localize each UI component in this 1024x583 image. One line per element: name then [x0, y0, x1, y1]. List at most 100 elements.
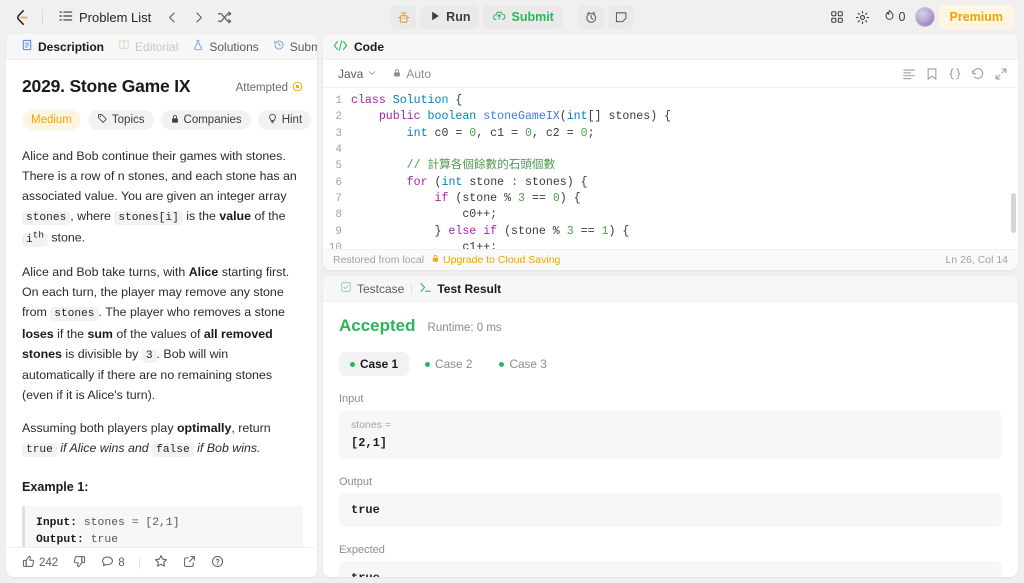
note-icon[interactable]	[607, 5, 634, 29]
list-icon	[59, 9, 73, 26]
expand-icon[interactable]	[994, 67, 1008, 81]
desc-text: , return	[231, 421, 271, 436]
difficulty-badge[interactable]: Medium	[22, 110, 81, 130]
prev-problem-button[interactable]	[161, 6, 183, 28]
comment-button[interactable]: 8	[95, 552, 130, 574]
desc-text: Alice and Bob take turns, with	[22, 265, 189, 280]
description-panel: Description Editorial Solutions Subm 202…	[6, 34, 317, 577]
share-icon	[183, 555, 196, 571]
code-tool-buttons	[902, 67, 1008, 81]
input-variable-name: stones =	[351, 419, 391, 431]
topics-badge[interactable]: Topics	[87, 110, 154, 130]
cloud-save-label: Upgrade to Cloud Saving	[443, 254, 561, 266]
main-content: Description Editorial Solutions Subm 202…	[0, 34, 1024, 583]
code-editor-footer: Restored from local Upgrade to Cloud Sav…	[323, 249, 1018, 270]
topics-label: Topics	[111, 114, 145, 126]
streak-counter[interactable]: 0	[878, 9, 911, 25]
desc-text: if the	[53, 326, 88, 341]
line-number: 2	[335, 111, 342, 124]
desc-text: Assuming both players play	[22, 421, 177, 436]
tag-icon	[97, 113, 108, 127]
companies-badge[interactable]: Companies	[160, 110, 251, 130]
line-number: 10	[328, 242, 342, 249]
hint-label: Hint	[281, 114, 303, 126]
tab-description-label: Description	[38, 39, 105, 54]
language-selector[interactable]: Java	[333, 65, 382, 83]
inline-code-3: 3	[141, 348, 157, 363]
undo-icon[interactable]	[971, 67, 985, 81]
code-line: 7 if (stone % 3 == 0) {	[323, 191, 1018, 207]
code-line: 4	[323, 142, 1018, 158]
thumbs-up-icon	[22, 555, 35, 571]
gear-icon[interactable]	[852, 6, 874, 28]
auto-label: Auto	[406, 66, 432, 81]
star-icon	[154, 554, 168, 571]
desc-text: Alice and Bob continue their games with …	[22, 149, 297, 204]
tab-testcase-label: Testcase	[357, 281, 405, 296]
next-problem-button[interactable]	[187, 6, 209, 28]
upvote-button[interactable]: 242	[16, 552, 64, 574]
braces-icon[interactable]	[948, 67, 962, 81]
title-row: 2029. Stone Game IX Attempted	[22, 76, 303, 97]
code-lines: 1 class Solution {2 public boolean stoneG…	[323, 88, 1018, 249]
tab-test-result[interactable]: Test Result	[412, 276, 508, 302]
share-button[interactable]	[177, 552, 202, 574]
timer-clock-icon[interactable]	[577, 5, 604, 29]
premium-button[interactable]: Premium	[938, 5, 1014, 29]
chevron-down-icon	[367, 67, 377, 81]
comment-count: 8	[118, 556, 125, 569]
document-icon	[21, 39, 33, 54]
problem-list-label: Problem List	[79, 9, 152, 25]
attempted-circle-icon	[292, 81, 303, 95]
leetcode-logo-icon[interactable]	[10, 6, 32, 28]
code-brackets-icon	[333, 39, 348, 55]
expected-section-label: Expected	[339, 544, 385, 556]
line-number: 7	[335, 193, 342, 206]
nav-left-group: Problem List	[10, 6, 235, 29]
desc-text: of the values of	[112, 326, 204, 341]
code-vertical-scrollbar[interactable]	[1011, 193, 1016, 233]
case-tab-1[interactable]: Case 1	[339, 352, 410, 376]
avatar[interactable]	[914, 7, 935, 27]
bookmark-icon[interactable]	[925, 67, 939, 81]
code-line: 8 c0++;	[323, 207, 1018, 223]
favorite-button[interactable]	[148, 552, 174, 574]
downvote-button[interactable]	[67, 552, 92, 574]
tab-submissions[interactable]: Submissions	[266, 34, 317, 60]
tab-description[interactable]: Description	[14, 34, 111, 60]
desc-bold: value	[219, 209, 252, 224]
format-icon[interactable]	[902, 67, 916, 81]
code-editor-area[interactable]: 1 class Solution {2 public boolean stoneG…	[323, 88, 1018, 249]
tab-solutions[interactable]: Solutions	[185, 34, 265, 60]
line-number: 9	[335, 225, 342, 238]
grid-apps-icon[interactable]	[826, 6, 848, 28]
problem-list-button[interactable]: Problem List	[53, 6, 157, 29]
upgrade-cloud-saving-link[interactable]: Upgrade to Cloud Saving	[431, 254, 560, 266]
case-status-dot	[425, 361, 431, 367]
run-button[interactable]: Run	[420, 5, 480, 29]
submit-label: Submit	[511, 10, 554, 24]
line-number: 5	[335, 160, 342, 173]
tab-editorial[interactable]: Editorial	[111, 34, 185, 60]
tab-testcase[interactable]: Testcase	[333, 276, 411, 302]
desc-italic: if Bob wins.	[193, 441, 261, 456]
hint-badge[interactable]: Hint	[257, 110, 312, 130]
code-text: if (stone % 3 == 0) {	[434, 192, 581, 206]
page-title: 2029. Stone Game IX	[22, 76, 191, 96]
case-tab-2[interactable]: Case 2	[414, 352, 483, 376]
auto-complete-toggle[interactable]: Auto	[392, 67, 431, 81]
code-line: 6 for (int stone : stones) {	[323, 175, 1018, 191]
help-button[interactable]	[205, 552, 230, 574]
submit-button[interactable]: Submit	[483, 5, 563, 29]
result-body: Accepted Runtime: 0 ms Case 1 Case 2 Cas…	[323, 302, 1018, 577]
comment-icon	[101, 555, 114, 571]
line-number: 8	[335, 209, 342, 222]
debug-robot-icon[interactable]	[390, 5, 417, 29]
description-footer: 242 8	[6, 547, 317, 577]
case-tab-3[interactable]: Case 3	[488, 352, 557, 376]
checkbox-icon	[340, 281, 352, 296]
code-sup: th	[32, 229, 44, 241]
app-root: Problem List Run Submit 0 Premium Descri…	[0, 0, 1024, 583]
example-input-label: Input:	[36, 516, 78, 529]
shuffle-icon[interactable]	[213, 6, 235, 28]
